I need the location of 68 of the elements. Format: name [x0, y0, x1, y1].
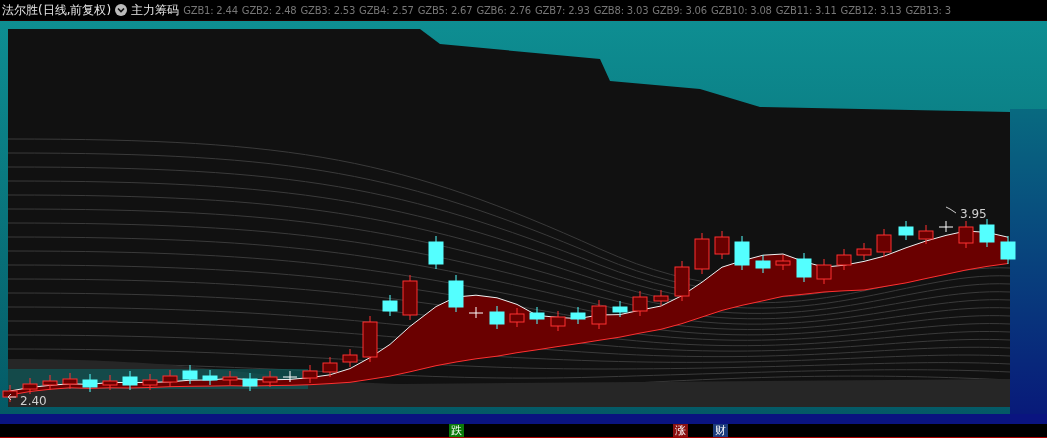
candlestick — [122, 370, 138, 391]
low-price-label: 2.40 — [20, 394, 47, 408]
candlestick — [182, 364, 198, 385]
candlestick — [734, 235, 750, 271]
candlestick — [102, 374, 118, 391]
candlestick — [342, 348, 358, 368]
candlestick — [1000, 235, 1016, 265]
indicator-value: GZB11: 3.11 — [775, 4, 837, 16]
indicator-value: GZB7: 2.93 — [535, 4, 590, 16]
candlestick — [382, 294, 398, 317]
indicator-value: GZB5: 2.67 — [417, 4, 473, 16]
indicator-value: GZB10: 3.08 — [710, 4, 772, 16]
candlestick — [612, 300, 628, 318]
candlestick — [282, 370, 298, 383]
candlestick — [489, 305, 505, 330]
candlestick — [162, 369, 178, 388]
signal-marker: 财 — [713, 424, 728, 437]
candlestick — [242, 372, 258, 392]
candlestick — [509, 307, 525, 328]
candlestick — [836, 248, 852, 271]
pointer-line-icon — [945, 206, 957, 214]
indicator-value: GZB6: 2.76 — [476, 4, 532, 16]
candlestick — [653, 289, 669, 307]
dropdown-icon[interactable] — [115, 4, 128, 16]
candlestick — [755, 254, 771, 274]
indicator-value: GZB1: 2.44 — [183, 4, 238, 16]
candlestick — [529, 306, 545, 325]
candlestick — [62, 372, 78, 390]
indicator-name: 主力筹码 — [131, 1, 180, 19]
candlestick — [632, 290, 648, 317]
signal-marker: 涨 — [673, 424, 688, 437]
candlestick — [775, 254, 791, 271]
candlestick — [362, 315, 378, 363]
candlestick — [428, 235, 444, 270]
candlestick — [142, 373, 158, 391]
indicator-value: GZB3: 2.53 — [300, 4, 356, 16]
candlestick — [468, 306, 484, 319]
indicator-value: GZB4: 2.57 — [359, 4, 414, 16]
indicator-value: GZB13: 3 — [905, 4, 951, 16]
candlestick — [694, 232, 710, 275]
indicator-value: GZB12: 3.13 — [840, 4, 902, 16]
candlestick — [302, 364, 318, 384]
candlestick — [448, 274, 464, 313]
candlestick — [42, 374, 58, 391]
high-price-label: 3.95 — [960, 207, 987, 221]
candlestick — [402, 274, 418, 321]
candlestick — [550, 310, 566, 332]
candlestick — [898, 220, 914, 241]
indicator-value: GZB2: 2.48 — [241, 4, 297, 16]
candlestick — [796, 252, 812, 283]
candlestick — [570, 306, 586, 325]
candlestick — [856, 242, 872, 261]
candlestick — [979, 218, 995, 248]
candlestick — [82, 373, 98, 393]
candlestick — [714, 230, 730, 260]
signal-marker: 跌 — [449, 424, 464, 437]
left-arrow-icon — [7, 393, 17, 401]
stock-title: 法尔胜(日线,前复权) — [2, 1, 112, 19]
candlestick — [938, 220, 954, 233]
candlestick — [202, 369, 218, 386]
candlestick — [591, 299, 607, 330]
candlestick — [222, 370, 238, 386]
candlestick — [816, 258, 832, 285]
indicator-value: GZB9: 3.06 — [652, 4, 707, 16]
candlestick — [322, 356, 338, 378]
indicator-value: GZB8: 3.03 — [593, 4, 649, 16]
candlestick — [262, 370, 278, 388]
candlestick — [674, 260, 690, 302]
